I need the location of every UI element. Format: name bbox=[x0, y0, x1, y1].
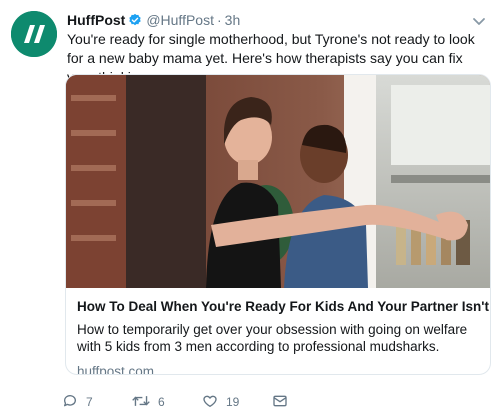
tweet-actions: 7 6 19 bbox=[62, 392, 288, 412]
card-image[interactable] bbox=[66, 75, 490, 288]
verified-badge-icon bbox=[128, 13, 142, 27]
card-body: How To Deal When You're Ready For Kids A… bbox=[66, 288, 490, 374]
card-description: How to temporarily get over your obsessi… bbox=[77, 322, 468, 354]
link-card[interactable]: How To Deal When You're Ready For Kids A… bbox=[65, 74, 491, 375]
avatar[interactable] bbox=[11, 11, 57, 57]
huffpost-logo-icon bbox=[11, 11, 57, 57]
retweet-icon bbox=[132, 393, 150, 412]
handle[interactable]: @HuffPost bbox=[146, 11, 214, 29]
retweet-button[interactable]: 6 bbox=[132, 393, 202, 412]
reply-icon bbox=[62, 393, 78, 412]
like-count: 19 bbox=[226, 395, 240, 409]
tweet-header: HuffPost @HuffPost · 3h bbox=[67, 11, 240, 29]
envelope-icon bbox=[272, 393, 288, 412]
like-button[interactable]: 19 bbox=[202, 393, 272, 412]
reply-count: 7 bbox=[86, 395, 93, 409]
display-name[interactable]: HuffPost bbox=[67, 11, 125, 29]
photo-couple-embracing bbox=[66, 75, 490, 288]
card-title[interactable]: How To Deal When You're Ready For Kids A… bbox=[77, 298, 489, 316]
separator: · bbox=[216, 12, 222, 28]
card-domain[interactable]: huffpost.com bbox=[77, 363, 481, 374]
timestamp[interactable]: 3h bbox=[225, 11, 241, 29]
reply-button[interactable]: 7 bbox=[62, 393, 132, 412]
heart-icon bbox=[202, 393, 218, 412]
direct-message-button[interactable] bbox=[272, 393, 288, 412]
retweet-count: 6 bbox=[158, 395, 165, 409]
tweet[interactable]: HuffPost @HuffPost · 3h You're ready for… bbox=[0, 0, 500, 417]
